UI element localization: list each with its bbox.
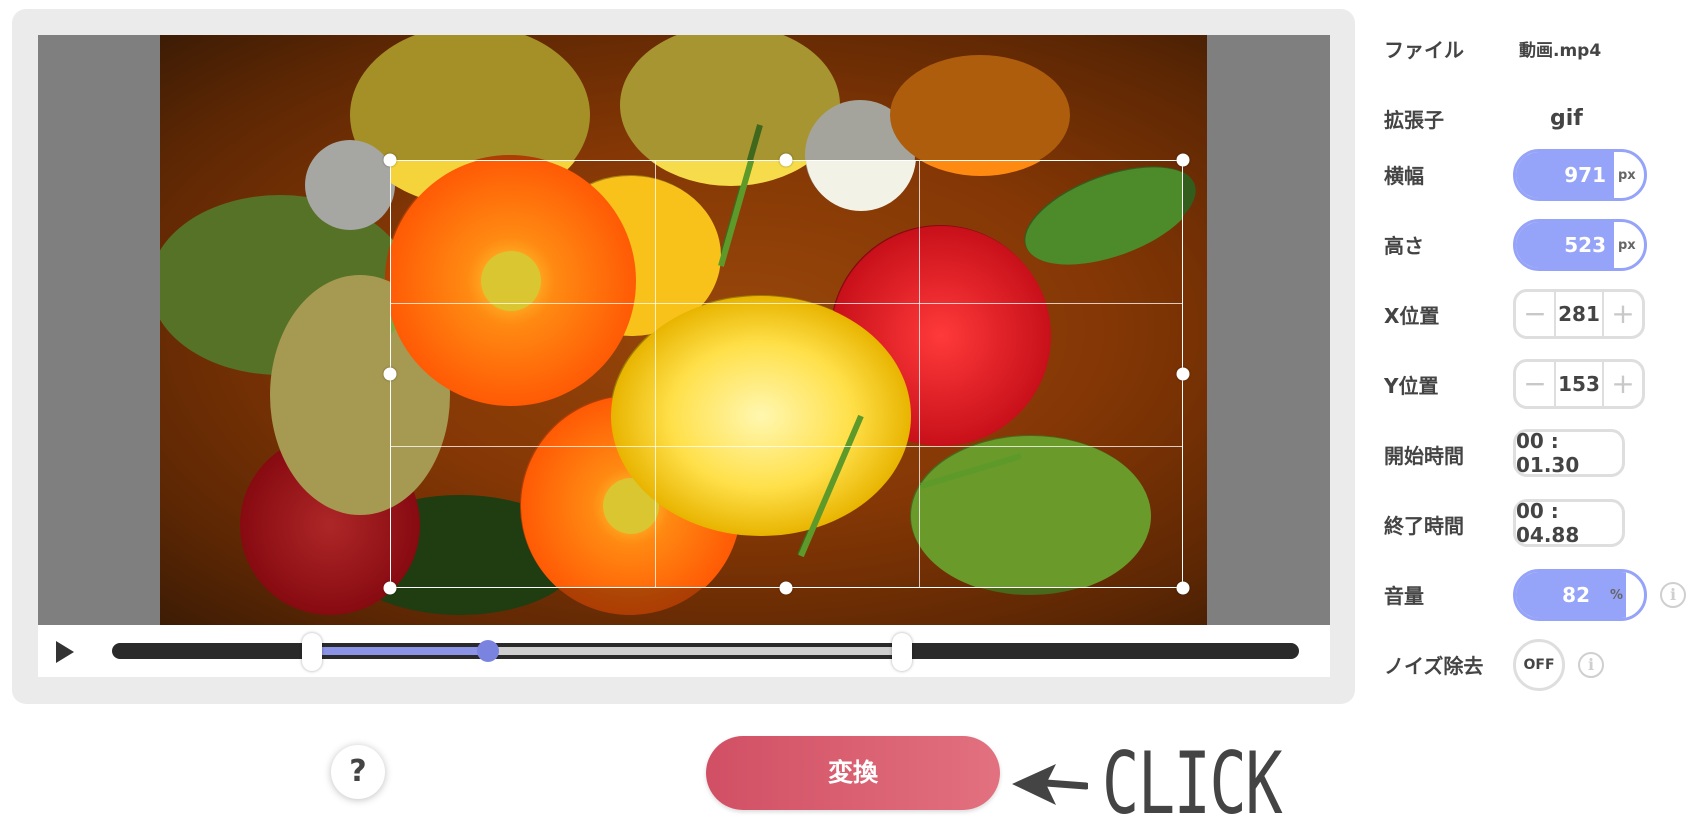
- width-row: 横幅 971 px: [1384, 140, 1694, 201]
- volume-label: 音量: [1384, 584, 1424, 608]
- file-label: ファイル: [1384, 38, 1464, 62]
- start-time-input[interactable]: 00 : 01.30: [1513, 429, 1625, 477]
- start-time-row: 開始時間 00 : 01.30: [1384, 420, 1694, 480]
- playhead-knob[interactable]: [477, 640, 499, 662]
- x-increment-button[interactable]: +: [1604, 292, 1642, 336]
- y-position-row: Y位置 − 153 +: [1384, 350, 1694, 410]
- width-label: 横幅: [1384, 164, 1424, 188]
- crop-preview-image: [391, 161, 1182, 587]
- y-position-value[interactable]: 153: [1554, 362, 1604, 406]
- height-input[interactable]: 523 px: [1513, 219, 1647, 271]
- extension-row: 拡張子 gif: [1384, 84, 1694, 144]
- timeline-track[interactable]: [112, 633, 1299, 671]
- noise-removal-label: ノイズ除去: [1384, 654, 1484, 678]
- y-position-stepper: − 153 +: [1513, 359, 1645, 409]
- crop-selection-box[interactable]: [390, 160, 1183, 588]
- file-row: ファイル 動画.mp4: [1384, 14, 1694, 74]
- volume-input[interactable]: 82 %: [1513, 569, 1647, 621]
- volume-value: 82: [1562, 583, 1590, 607]
- crop-grid-line: [919, 161, 920, 587]
- help-button[interactable]: ?: [331, 745, 385, 799]
- crop-handle-bottom[interactable]: [779, 581, 793, 595]
- arrow-left-icon: [1012, 764, 1088, 805]
- crop-handle-top-left[interactable]: [383, 153, 397, 167]
- height-row: 高さ 523 px: [1384, 210, 1694, 271]
- width-unit: px: [1618, 167, 1636, 183]
- height-unit: px: [1618, 237, 1636, 253]
- click-annotation: CLICK: [1102, 734, 1283, 834]
- video-preview: [160, 35, 1207, 625]
- convert-button[interactable]: 変換: [706, 736, 1000, 810]
- volume-info-icon[interactable]: i: [1660, 582, 1686, 608]
- x-position-label: X位置: [1384, 304, 1440, 328]
- width-value: 971: [1564, 163, 1606, 187]
- crop-grid-line: [655, 161, 656, 587]
- end-time-row: 終了時間 00 : 04.88: [1384, 490, 1694, 550]
- y-increment-button[interactable]: +: [1604, 362, 1642, 406]
- noise-removal-toggle[interactable]: OFF: [1513, 639, 1565, 691]
- end-time-label: 終了時間: [1384, 514, 1464, 538]
- play-icon[interactable]: [56, 641, 74, 663]
- file-name: 動画.mp4: [1519, 41, 1602, 61]
- crop-handle-right[interactable]: [1176, 367, 1190, 381]
- x-decrement-button[interactable]: −: [1516, 292, 1554, 336]
- crop-grid-line: [391, 446, 1182, 447]
- volume-row: 音量 82 % i: [1384, 560, 1694, 621]
- end-time-input[interactable]: 00 : 04.88: [1513, 499, 1625, 547]
- noise-removal-row: ノイズ除去 OFF i: [1384, 630, 1694, 691]
- x-position-stepper: − 281 +: [1513, 289, 1645, 339]
- start-time-label: 開始時間: [1384, 444, 1464, 468]
- crop-grid-line: [391, 303, 1182, 304]
- crop-handle-bottom-right[interactable]: [1176, 581, 1190, 595]
- crop-handle-bottom-left[interactable]: [383, 581, 397, 595]
- height-label: 高さ: [1384, 234, 1424, 258]
- height-value: 523: [1564, 233, 1606, 257]
- timeline-bar: [38, 625, 1330, 677]
- playback-progress: [313, 647, 487, 655]
- video-stage: [38, 35, 1330, 625]
- crop-handle-top[interactable]: [779, 153, 793, 167]
- crop-handle-top-right[interactable]: [1176, 153, 1190, 167]
- settings-panel: ファイル 動画.mp4 拡張子 gif 横幅 971 px 高さ 523 px …: [1384, 0, 1694, 700]
- x-position-value[interactable]: 281: [1554, 292, 1604, 336]
- y-position-label: Y位置: [1384, 374, 1439, 398]
- video-editor-card: [12, 9, 1355, 704]
- extension-label: 拡張子: [1384, 108, 1444, 132]
- crop-handle-left[interactable]: [383, 367, 397, 381]
- x-position-row: X位置 − 281 +: [1384, 280, 1694, 340]
- y-decrement-button[interactable]: −: [1516, 362, 1554, 406]
- trim-start-handle[interactable]: [302, 633, 322, 671]
- extension-value[interactable]: gif: [1550, 106, 1583, 131]
- width-input[interactable]: 971 px: [1513, 149, 1647, 201]
- trim-end-handle[interactable]: [892, 633, 912, 671]
- volume-unit: %: [1610, 587, 1624, 603]
- noise-removal-info-icon[interactable]: i: [1578, 652, 1604, 678]
